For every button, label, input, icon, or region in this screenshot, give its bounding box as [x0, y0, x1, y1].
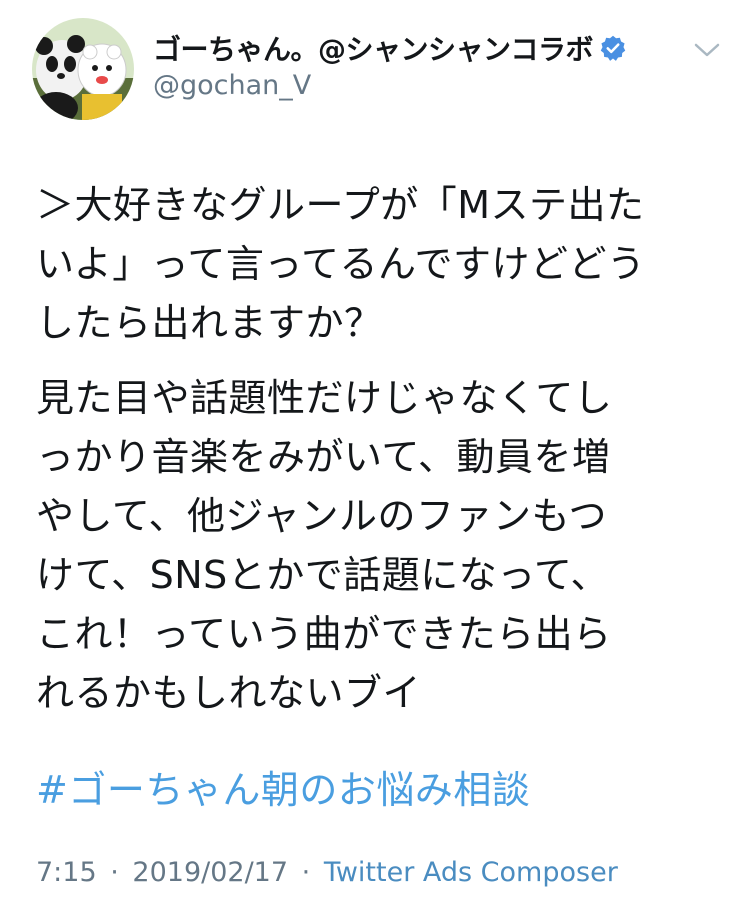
tweet-line: いよ」って言ってるんですけどどう [36, 242, 646, 286]
display-name[interactable]: ゴーちゃん。@シャンシャンコラボ [153, 28, 594, 68]
tweet-line: 見た目や話題性だけじゃなくてし [36, 376, 613, 420]
tweet-line: っかり音楽をみがいて、動員を増 [36, 435, 611, 479]
tweet-line: けて、SNSとかで話題になって、 [36, 553, 609, 597]
tweet-source-link[interactable]: Twitter Ads Composer [324, 857, 618, 888]
user-handle[interactable]: @gochan_V [153, 70, 311, 101]
tweet-time[interactable]: 7:15 [36, 857, 97, 888]
tweet-line: やして、他ジャンルのファンもつ [36, 494, 608, 538]
tweet-meta: 7:15 · 2019/02/17 · Twitter Ads Composer [36, 857, 618, 888]
tweet-line: れるかもしれないブイ [36, 671, 422, 715]
tweet-date[interactable]: 2019/02/17 [132, 857, 288, 888]
tweet-line: ＞大好きなグループが「Mステ出た [36, 183, 645, 227]
avatar-icon[interactable] [32, 18, 134, 120]
tweet-answer: 見た目や話題性だけじゃなくてし っかり音楽をみがいて、動員を増 やして、他ジャン… [36, 369, 726, 723]
meta-separator: · [110, 857, 119, 888]
tweet-line: したら出れますか？ [36, 301, 383, 345]
verified-badge-icon [599, 34, 627, 62]
tweet: ゴーちゃん。@シャンシャンコラボ @gochan_V ＞大好きなグループが「Mス… [0, 0, 749, 924]
name-row: ゴーちゃん。@シャンシャンコラボ [153, 28, 627, 68]
chevron-down-icon[interactable] [690, 38, 724, 62]
hashtag-link[interactable]: #ゴーちゃん朝のお悩み相談 [36, 764, 530, 816]
meta-separator: · [301, 857, 311, 888]
tweet-line: これ！っていう曲ができたら出ら [36, 612, 612, 656]
tweet-question: ＞大好きなグループが「Mステ出た いよ」って言ってるんですけどどう したら出れま… [36, 176, 726, 353]
